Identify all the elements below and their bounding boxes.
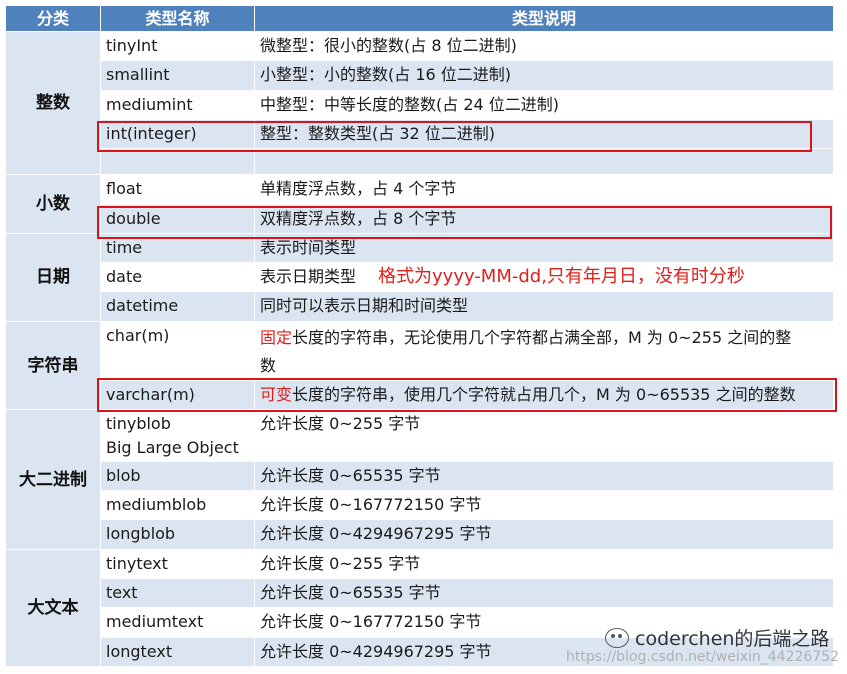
desc-cell: 允许长度 0~65535 字节 [254,577,834,609]
type-cell: int(integer) [100,118,255,150]
type-cell: tinytext [100,548,255,580]
table-row-spacer [6,148,834,176]
desc-cell: 小整型：小的整数(占 16 位二进制) [254,60,834,91]
type-cell: smallint [100,60,255,91]
desc-text-line2: 数 [260,355,277,375]
desc-cell: 允许长度 0~4294967295 字节 [254,519,834,550]
type-cell: mediumtext [100,607,255,638]
desc-cell: 允许长度 0~65535 字节 [254,460,834,492]
table-row: mediumblob 允许长度 0~167772150 字节 [6,490,834,521]
category-decimal: 小数 [5,174,101,234]
type-cell: text [100,577,255,609]
table-row: smallint 小整型：小的整数(占 16 位二进制) [6,60,834,91]
table-row: 字符串 char(m) 固定长度的字符串，无论使用几个字符都占满全部，M 为 0… [5,320,834,411]
type-cell: tinyInt [100,30,255,62]
table-row: text 允许长度 0~65535 字节 [6,577,834,609]
type-cell: float [100,174,255,205]
desc-cell: 中整型：中等长度的整数(占 24 位二进制) [254,89,834,120]
header-type-name: 类型名称 [100,5,255,32]
desc-cell: 允许长度 0~255 字节 [254,548,834,580]
type-cell: mediumblob [100,490,255,521]
desc-highlight: 可变 [260,385,293,405]
wechat-icon [605,627,629,648]
watermark-brand: coderchen的后端之路 [635,628,830,650]
table-row: 大二进制 tinyblob Big Large Object 允许长度 0~25… [5,409,834,550]
desc-text: 长度的字符串，无论使用几个字符都占满全部，M 为 0~255 之间的整 [292,327,792,347]
table-row: 整数 tinyInt 微整型：很小的整数(占 8 位二进制) [5,30,834,176]
desc-highlight: 固定 [260,327,293,347]
table-row: 日期 time 表示时间类型 [5,232,834,322]
table-row: mediumint 中整型：中等长度的整数(占 24 位二进制) [6,89,834,120]
date-format-note: 格式为yyyy-MM-dd,只有年月日，没有时分秒 [378,266,745,288]
desc-cell: 表示日期类型 格式为yyyy-MM-dd,只有年月日，没有时分秒 [254,262,834,293]
table-row: double 双精度浮点数，占 8 个字节 [6,203,834,234]
type-cell: datetime [100,291,255,322]
category-date: 日期 [5,232,101,322]
desc-cell: 整型：整数类型(占 32 位二进制) [254,118,834,150]
header-description: 类型说明 [254,5,834,32]
header-category: 分类 [5,5,101,32]
type-text-line2: Big Large Object [106,438,239,458]
desc-cell: 微整型：很小的整数(占 8 位二进制) [254,30,834,62]
type-cell: mediumint [100,89,255,120]
wechat-watermark: coderchen的后端之路 [605,624,829,651]
desc-cell: 双精度浮点数，占 8 个字节 [254,203,834,234]
table-row: blob 允许长度 0~65535 字节 [6,460,834,492]
type-cell: blob [100,460,255,492]
desc-cell: 可变长度的字符串，使用几个字符就占用几个，M 为 0~65535 之间的整数 [254,380,834,411]
table-header-row: 分类 类型名称 类型说明 [5,5,834,32]
table-row: 大文本 tinytext 允许长度 0~255 字节 [5,548,834,668]
desc-cell: 单精度浮点数，占 4 个字节 [254,174,834,205]
mysql-data-types-table: 分类 类型名称 类型说明 整数 tinyInt 微整型：很小的整数(占 8 位二… [5,5,834,668]
desc-cell: 允许长度 0~255 字节 [254,409,834,462]
watermark-url: https://blog.csdn.net/weixin_44226752 [566,649,840,665]
type-cell: varchar(m) [100,380,255,411]
category-text: 大文本 [5,548,101,668]
table-row: datetime 同时可以表示日期和时间类型 [6,291,834,322]
desc-cell: 同时可以表示日期和时间类型 [254,291,834,322]
type-cell: longblob [100,519,255,550]
type-cell: double [100,203,255,234]
desc-cell: 固定长度的字符串，无论使用几个字符都占满全部，M 为 0~255 之间的整数 [254,320,834,382]
table-row: longblob 允许长度 0~4294967295 字节 [6,519,834,550]
type-cell: longtext [100,636,255,668]
table-row: date 表示日期类型 格式为yyyy-MM-dd,只有年月日，没有时分秒 [6,262,834,293]
type-cell: date [100,262,255,293]
type-cell: char(m) [100,320,255,382]
page-canvas: 分类 类型名称 类型说明 整数 tinyInt 微整型：很小的整数(占 8 位二… [0,0,847,674]
type-cell: tinyblob Big Large Object [100,409,255,462]
spacer-cell [100,148,255,176]
desc-text: 长度的字符串，使用几个字符就占用几个，M 为 0~65535 之间的整数 [292,385,796,405]
desc-cell: 表示时间类型 [254,232,834,264]
desc-text: 表示日期类型 [260,267,357,287]
type-cell: time [100,232,255,264]
table-row: int(integer) 整型：整数类型(占 32 位二进制) [6,118,834,150]
spacer-cell [254,148,834,176]
desc-cell: 允许长度 0~167772150 字节 [254,490,834,521]
category-integer: 整数 [5,30,101,176]
category-string: 字符串 [5,320,101,411]
table-row: 小数 float 单精度浮点数，占 4 个字节 [5,174,834,234]
type-text: tinyblob [106,414,171,434]
category-binary: 大二进制 [5,409,101,550]
table-row: varchar(m) 可变长度的字符串，使用几个字符就占用几个，M 为 0~65… [6,380,834,411]
